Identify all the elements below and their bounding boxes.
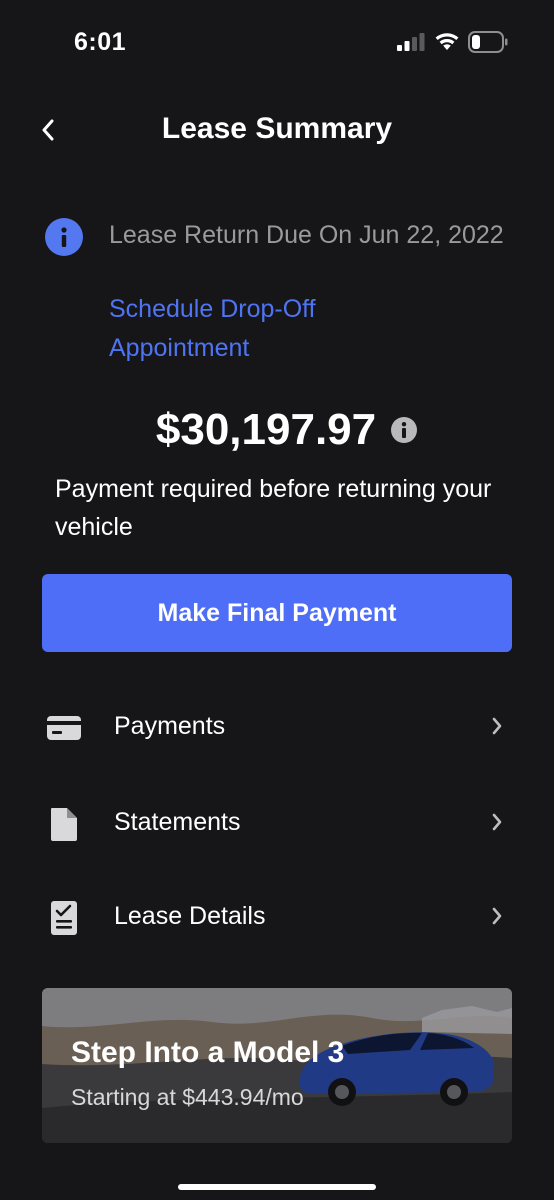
status-time: 6:01: [74, 28, 127, 56]
lease-return-notice: Lease Return Due On Jun 22, 2022: [109, 221, 504, 249]
chevron-right-icon: [492, 813, 502, 831]
home-indicator[interactable]: [178, 1184, 376, 1190]
battery-icon: [468, 31, 508, 53]
info-icon[interactable]: [390, 416, 418, 444]
chevron-right-icon: [492, 717, 502, 735]
menu-label: Statements: [114, 808, 241, 836]
menu-item-lease-details[interactable]: Lease Details: [0, 876, 554, 956]
signal-icon: [397, 33, 425, 51]
checklist-icon: [44, 898, 84, 938]
menu-label: Lease Details: [114, 902, 266, 930]
info-icon: [61, 227, 67, 247]
menu-item-payments[interactable]: Payments: [0, 686, 554, 766]
promo-title: Step Into a Model 3: [71, 1036, 345, 1069]
balance-amount: $30,197.97: [155, 405, 377, 454]
schedule-drop-off-link[interactable]: Schedule Drop-Off Appointment: [109, 290, 409, 368]
page-title: Lease Summary: [161, 112, 393, 145]
make-final-payment-button[interactable]: Make Final Payment: [42, 574, 512, 652]
balance-row: $30,197.97: [0, 400, 554, 460]
payment-note: Payment required before returning your v…: [55, 475, 492, 541]
menu-item-statements[interactable]: Statements: [0, 782, 554, 862]
info-badge: [45, 218, 83, 256]
menu-label: Payments: [114, 712, 226, 740]
document-icon: [44, 804, 84, 844]
credit-card-icon: [44, 708, 84, 748]
status-bar: 6:01: [0, 0, 554, 86]
wifi-icon: [435, 33, 459, 50]
lease-summary-screen: 6:01 Lease Summary Lease Return Due On J…: [0, 0, 554, 1200]
chevron-right-icon: [492, 907, 502, 925]
promo-subtitle: Starting at $443.94/mo: [71, 1084, 304, 1110]
model-3-promo-card[interactable]: Step Into a Model 3 Starting at $443.94/…: [42, 988, 512, 1143]
